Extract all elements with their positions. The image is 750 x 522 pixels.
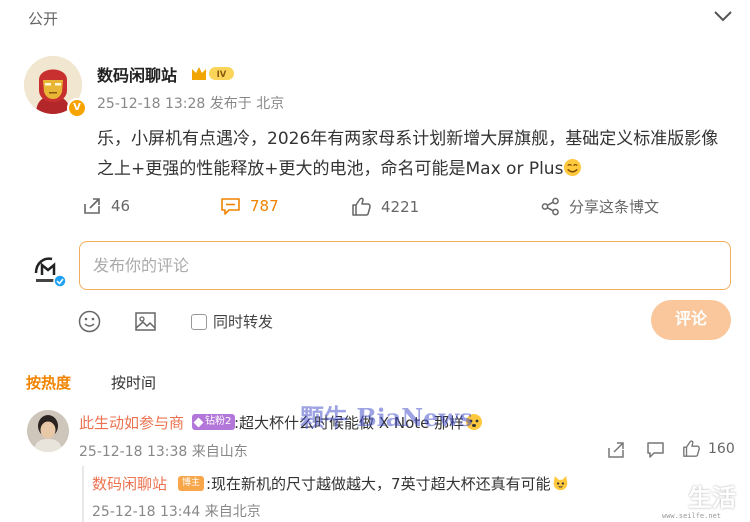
repost-count: 46 — [111, 197, 131, 215]
post-actions: 46 787 4221 分享这条博文 — [0, 196, 750, 222]
reply-icon[interactable] — [646, 441, 665, 459]
share-icon — [541, 197, 559, 216]
watermark-logo-text: 生活 — [688, 484, 736, 512]
verified-badge: V — [67, 98, 87, 118]
repost-icon[interactable] — [607, 441, 625, 459]
comment-actions: 160 — [0, 438, 750, 462]
also-repost-label: 同时转发 — [213, 313, 274, 331]
user-logo-icon — [29, 250, 67, 288]
diamond-icon — [193, 417, 204, 427]
post-content: 乐，小屏机有点遇冷，2026年有两家母系计划新增大屏旗舰，基础定义标准版影像之上… — [97, 124, 727, 184]
level-badge-text: IV — [217, 70, 227, 80]
submit-comment-button[interactable]: 评论 — [651, 300, 731, 340]
thumbs-up-icon — [683, 440, 700, 457]
tab-sort-by-hot[interactable]: 按热度 — [26, 372, 71, 393]
also-repost-checkbox[interactable] — [191, 313, 207, 330]
share-label: 分享这条博文 — [569, 198, 660, 216]
watermark-url: www.seilfe.net — [662, 512, 722, 520]
emoji-picker-icon[interactable] — [78, 310, 101, 333]
top-bar: 公开 — [0, 0, 750, 36]
reply-text: :现在新机的尺寸越做越大，7英寸超大杯还真有可能 — [206, 473, 569, 494]
reply-text-body: :现在新机的尺寸越做越大，7英寸超大杯还真有可能 — [206, 475, 551, 493]
like-button[interactable]: 4221 — [351, 196, 419, 217]
like-count: 4221 — [381, 197, 420, 216]
post-meta: 25-12-18 13:28 发布于 北京 — [97, 93, 284, 113]
comment-like-count: 160 — [708, 440, 735, 457]
comment-input-box[interactable] — [79, 241, 731, 290]
post-author-name[interactable]: 数码闲聊站 — [97, 62, 177, 86]
post-text: 乐，小屏机有点遇冷，2026年有两家母系计划新增大屏旗舰，基础定义标准版影像之上… — [97, 129, 719, 179]
comment-author-name[interactable]: 此生动如参与商 — [79, 412, 184, 433]
smile-emoji-icon — [564, 158, 582, 177]
reply-meta: 25-12-18 13:44 来自北京 — [92, 504, 261, 520]
post-location: 发布于 北京 — [209, 96, 285, 112]
cat-emoji-icon — [553, 475, 567, 491]
repost-button[interactable]: 46 — [82, 196, 130, 216]
comment-input[interactable] — [80, 242, 730, 289]
current-user-avatar — [28, 249, 68, 289]
fan-level-badge: 钻粉2 — [192, 414, 236, 430]
comment-like-button[interactable]: 160 — [682, 439, 735, 458]
fan-level-badge-text: 钻粉2 — [205, 416, 232, 427]
share-button[interactable]: 分享这条博文 — [541, 196, 659, 217]
reply-author-name[interactable]: 数码闲聊站 — [92, 473, 167, 494]
level-crown-badge: IV — [192, 67, 234, 80]
chevron-down-icon[interactable] — [712, 8, 734, 24]
thumbs-up-icon — [352, 197, 371, 216]
watermark-text: 颗牛 BiaNews — [300, 403, 473, 432]
post-timestamp: 25-12-18 13:28 — [97, 96, 206, 112]
tab-sort-by-time[interactable]: 按时间 — [111, 372, 156, 393]
repost-icon — [84, 198, 100, 214]
comment-count: 787 — [250, 197, 279, 215]
comment-button[interactable]: 787 — [220, 196, 279, 216]
also-repost-option[interactable]: 同时转发 — [191, 311, 273, 332]
visibility-label: 公开 — [28, 10, 59, 28]
comment-icon — [221, 198, 240, 215]
author-badge: 博主 — [178, 476, 205, 491]
image-upload-icon[interactable] — [134, 310, 157, 333]
